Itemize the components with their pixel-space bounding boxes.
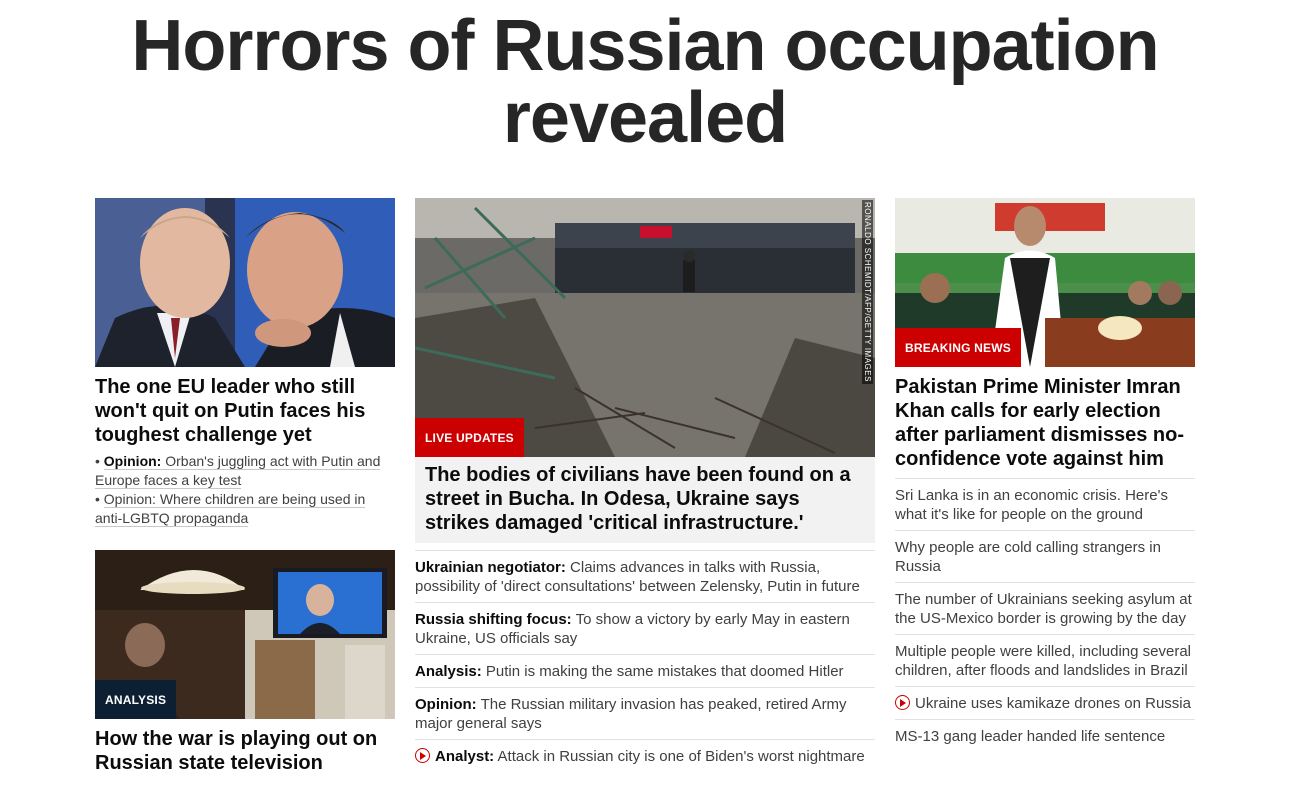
list-item[interactable]: Multiple people were killed, including s… <box>895 635 1195 687</box>
list-item[interactable]: Opinion: The Russian military invasion h… <box>415 688 875 740</box>
opinion-link-orban[interactable]: • Opinion: Orban's juggling act with Put… <box>95 452 395 490</box>
bucha-street-photo[interactable]: RONALDO SCHEMIDT/AFP/GETTY IMAGES LIVE U… <box>415 198 875 457</box>
middle-related-list: Ukrainian negotiator: Claims advances in… <box>415 550 875 772</box>
bucha-headline[interactable]: The bodies of civilians have been found … <box>415 457 875 543</box>
list-item[interactable]: Analysis: Putin is making the same mista… <box>415 655 875 688</box>
left-column: The one EU leader who still won't quit o… <box>95 198 395 775</box>
list-item[interactable]: MS-13 gang leader handed life sentence <box>895 720 1195 752</box>
right-related-list: Sri Lanka is in an economic crisis. Here… <box>895 478 1195 752</box>
imran-khan-headline[interactable]: Pakistan Prime Minister Imran Khan calls… <box>895 375 1195 471</box>
photo-credit: RONALDO SCHEMIDT/AFP/GETTY IMAGES <box>862 200 873 384</box>
list-item[interactable]: Russia shifting focus: To show a victory… <box>415 603 875 655</box>
live-updates-badge: LIVE UPDATES <box>415 418 524 457</box>
putin-orban-photo[interactable] <box>95 198 395 367</box>
list-item[interactable]: Why people are cold calling strangers in… <box>895 531 1195 583</box>
list-item[interactable]: Ukrainian negotiator: Claims advances in… <box>415 551 875 603</box>
page-headline[interactable]: Horrors of Russian occupation revealed <box>60 10 1230 154</box>
russian-tv-headline[interactable]: How the war is playing out on Russian st… <box>95 727 395 775</box>
play-icon <box>415 748 430 763</box>
russian-tv-photo[interactable]: ANALYSIS <box>95 550 395 719</box>
breaking-news-badge: BREAKING NEWS <box>895 328 1021 367</box>
middle-column: RONALDO SCHEMIDT/AFP/GETTY IMAGES LIVE U… <box>415 198 875 772</box>
opinion-link-children[interactable]: • Opinion: Where children are being used… <box>95 490 395 528</box>
play-icon <box>895 695 910 710</box>
analysis-badge: ANALYSIS <box>95 680 177 719</box>
list-item[interactable]: Ukraine uses kamikaze drones on Russia <box>895 687 1195 720</box>
list-item[interactable]: Sri Lanka is in an economic crisis. Here… <box>895 479 1195 531</box>
eu-leader-headline[interactable]: The one EU leader who still won't quit o… <box>95 375 395 447</box>
right-column: BREAKING NEWS Pakistan Prime Minister Im… <box>895 198 1195 752</box>
imran-khan-photo[interactable]: BREAKING NEWS <box>895 198 1195 367</box>
list-item[interactable]: The number of Ukrainians seeking asylum … <box>895 583 1195 635</box>
list-item[interactable]: Analyst: Attack in Russian city is one o… <box>415 740 875 772</box>
